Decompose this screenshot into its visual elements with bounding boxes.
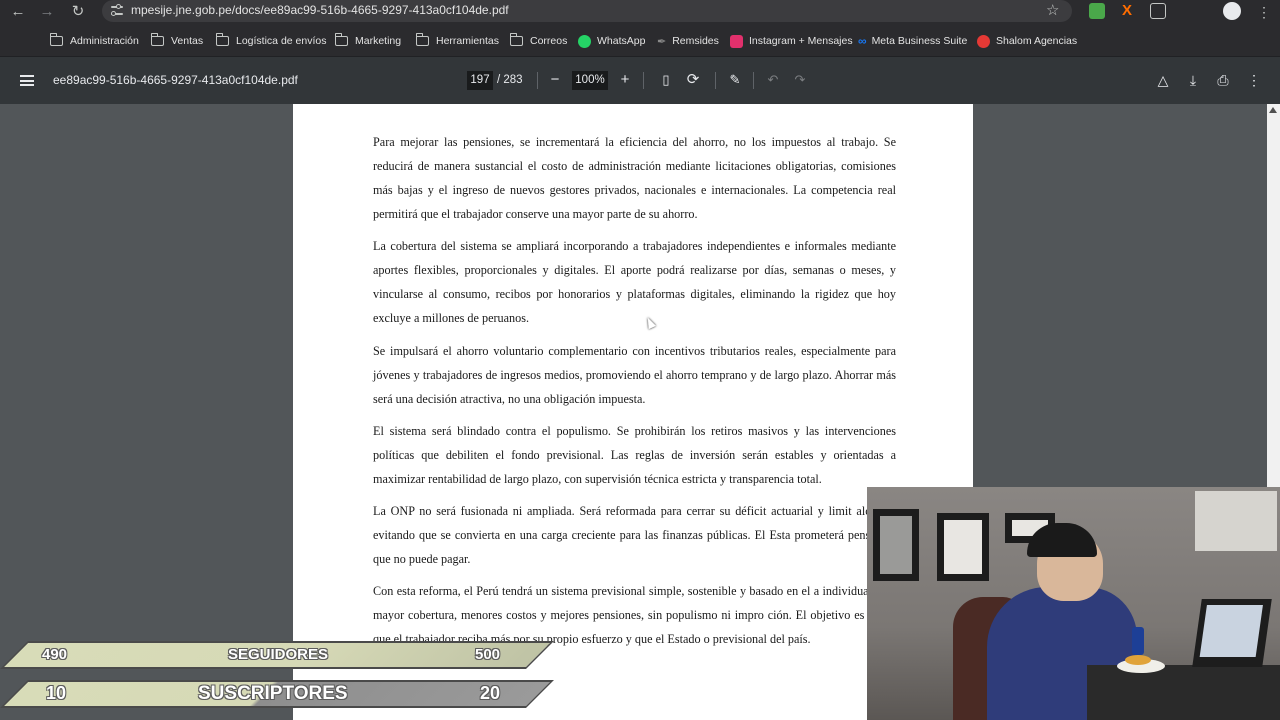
folder-icon xyxy=(415,33,429,46)
subscribers-current: 10 xyxy=(46,683,67,703)
followers-goal: 500 xyxy=(475,646,501,663)
download-icon[interactable]: ⤓ xyxy=(1183,70,1203,90)
kebab-menu-icon[interactable]: ⋮ xyxy=(1253,1,1275,23)
browser-toolbar: ← → ↻ mpesije.jne.gob.pe/docs/ee89ac99-5… xyxy=(0,0,1280,24)
instagram-icon xyxy=(730,34,743,48)
subscribers-goal: 20 xyxy=(480,683,501,703)
bookmark-ventas[interactable]: Ventas xyxy=(150,33,203,49)
extensions-puzzle-icon[interactable] xyxy=(1150,3,1166,19)
folder-icon xyxy=(150,33,164,46)
drive-save-icon[interactable]: △ xyxy=(1153,70,1173,90)
pdf-toolbar: ee89ac99-516b-4665-9297-413a0cf104de.pdf… xyxy=(0,57,1280,104)
wall-poster xyxy=(937,513,989,581)
bookmark-whatsapp[interactable]: WhatsApp xyxy=(578,33,645,49)
wall-poster xyxy=(873,509,919,581)
more-options-icon[interactable]: ⋮ xyxy=(1244,70,1264,90)
redo-icon[interactable]: ↷ xyxy=(790,70,810,90)
draw-icon[interactable]: ✎ xyxy=(725,70,745,90)
followers-label: SEGUIDORES xyxy=(228,646,329,663)
bookmark-remsides[interactable]: ✒ Remsides xyxy=(657,33,719,49)
food xyxy=(1125,655,1151,665)
zoom-out-icon[interactable]: − xyxy=(545,70,565,90)
folder-icon xyxy=(49,33,63,46)
toolbar-divider xyxy=(753,72,754,89)
toolbar-divider xyxy=(715,72,716,89)
fit-page-icon[interactable]: ▯ xyxy=(656,70,676,90)
zoom-input[interactable]: 100% xyxy=(572,71,608,90)
bookmark-marketing[interactable]: Marketing xyxy=(334,33,401,49)
feather-icon: ✒ xyxy=(657,35,667,48)
bookmark-instagram[interactable]: Instagram + Mensajes xyxy=(730,33,853,49)
menu-icon[interactable] xyxy=(20,75,34,86)
shalom-icon xyxy=(977,34,990,48)
profile-avatar[interactable] xyxy=(1223,2,1241,20)
whatsapp-icon xyxy=(578,34,591,48)
undo-icon[interactable]: ↶ xyxy=(763,70,783,90)
folder-icon xyxy=(215,33,229,46)
toolbar-divider xyxy=(537,72,538,89)
paragraph: El sistema será blindado contra el popul… xyxy=(373,424,896,486)
scroll-up-arrow-icon[interactable] xyxy=(1269,107,1277,113)
laptop xyxy=(1192,599,1272,667)
followers-current: 490 xyxy=(42,646,68,663)
subscribers-label: SUSCRIPTORES xyxy=(198,683,348,704)
bookmark-herramientas[interactable]: Herramientas xyxy=(415,33,499,49)
bookmark-shalom[interactable]: Shalom Agencias xyxy=(977,33,1077,49)
paragraph: La cobertura del sistema se ampliará inc… xyxy=(373,239,896,325)
forward-arrow-icon[interactable]: → xyxy=(36,1,58,23)
shirt-display xyxy=(1195,491,1277,551)
bookmark-administracion[interactable]: Administración xyxy=(49,33,139,49)
back-arrow-icon[interactable]: ← xyxy=(7,1,29,23)
page-total: / 283 xyxy=(497,74,523,86)
toolbar-divider xyxy=(643,72,644,89)
paragraph: Para mejorar las pensiones, se increment… xyxy=(373,135,896,221)
rotate-icon[interactable]: ⟳ xyxy=(683,70,703,90)
bookmark-correos[interactable]: Correos xyxy=(509,33,567,49)
paragraph: La ONP no será fusionada ni ampliada. Se… xyxy=(373,504,896,566)
bookmark-star-icon[interactable]: ☆ xyxy=(1046,1,1059,19)
reload-icon[interactable]: ↻ xyxy=(67,1,89,23)
folder-icon xyxy=(334,33,348,46)
print-icon[interactable]: ⎙ xyxy=(1213,70,1233,90)
folder-icon xyxy=(509,33,523,46)
meta-icon: ∞ xyxy=(858,34,867,48)
paragraph: Se impulsará el ahorro voluntario comple… xyxy=(373,344,896,406)
url-text: mpesije.jne.gob.pe/docs/ee89ac99-516b-46… xyxy=(131,3,509,17)
desk xyxy=(1087,665,1280,720)
soda-can xyxy=(1132,627,1144,655)
bookmarks-bar: Administración Ventas Logística de envío… xyxy=(0,24,1280,70)
zoom-in-icon[interactable]: + xyxy=(615,70,635,90)
extension-green-icon[interactable] xyxy=(1089,3,1105,19)
webcam-overlay xyxy=(867,487,1280,720)
page-number-input[interactable]: 197 xyxy=(467,71,493,90)
site-info-icon[interactable] xyxy=(110,3,124,17)
bookmark-meta-business[interactable]: ∞ Meta Business Suite xyxy=(858,33,967,49)
address-bar[interactable]: mpesije.jne.gob.pe/docs/ee89ac99-516b-46… xyxy=(102,0,1072,22)
extension-x-icon[interactable]: X xyxy=(1119,3,1135,19)
bookmark-logistica[interactable]: Logística de envíos xyxy=(215,33,326,49)
pdf-filename: ee89ac99-516b-4665-9297-413a0cf104de.pdf xyxy=(53,73,298,87)
